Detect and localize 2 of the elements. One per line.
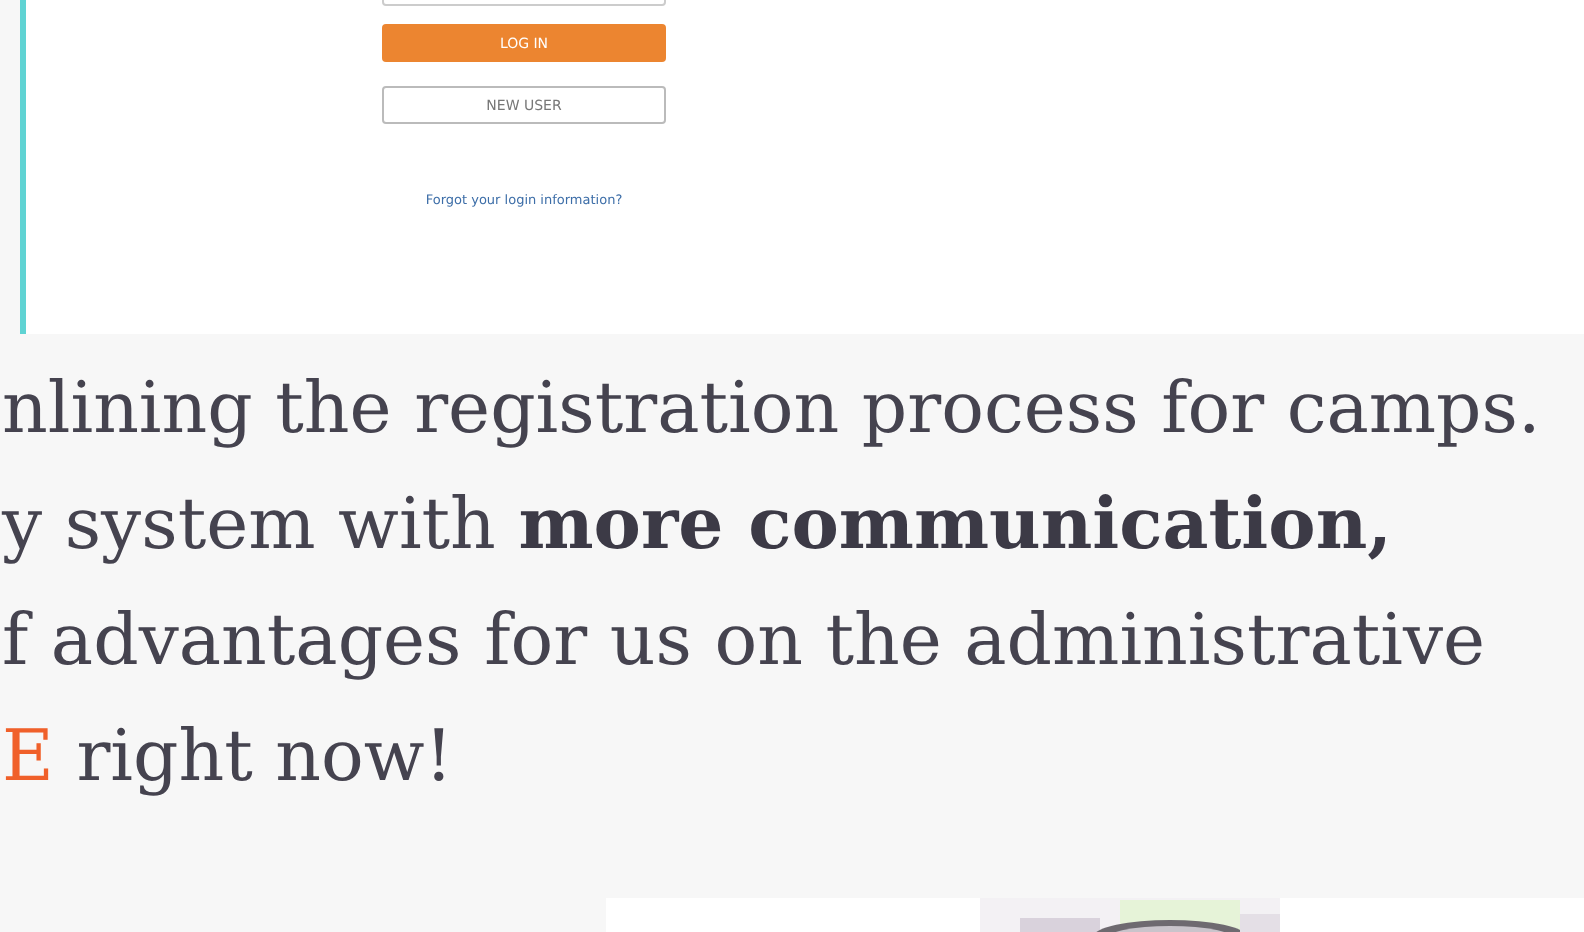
paragraph: nlining the registration process for camps. y system with more communication, f advantages for us on the administrative E right now! — [0, 366, 1543, 802]
link[interactable]: E — [2, 716, 54, 798]
